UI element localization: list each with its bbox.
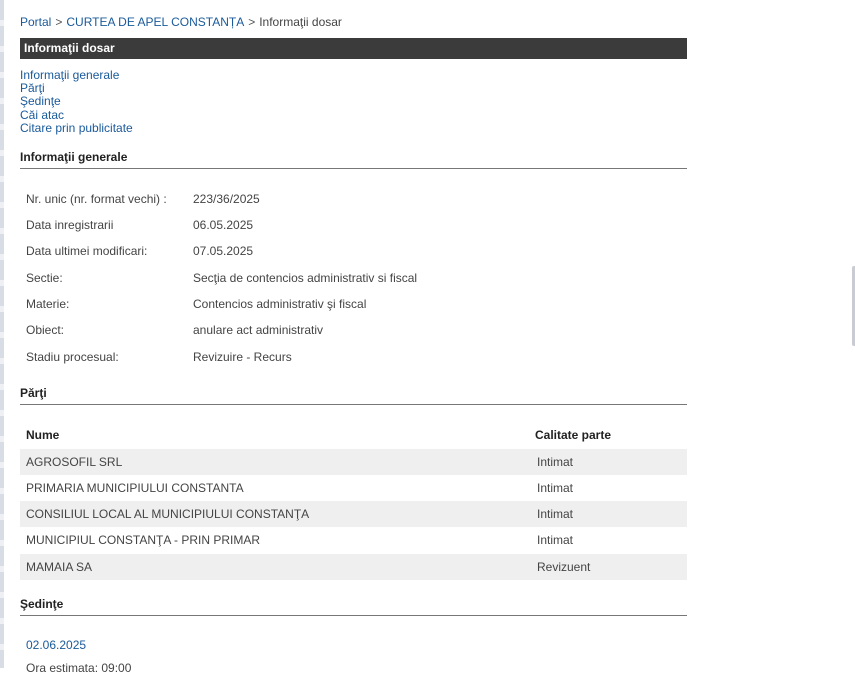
info-value: 223/36/2025 xyxy=(193,192,260,206)
info-label: Sectie: xyxy=(26,271,63,285)
table-row: MUNICIPIUL CONSTANŢA - PRIN PRIMAR Intim… xyxy=(20,527,687,553)
breadcrumb-current: Informaţii dosar xyxy=(259,15,342,29)
toc-link-cai-atac[interactable]: Căi atac xyxy=(20,108,133,122)
breadcrumb: Portal > CURTEA DE APEL CONSTANȚA > Informaţ… xyxy=(20,15,342,29)
info-label: Nr. unic (nr. format vechi) : xyxy=(26,192,167,206)
table-row: MAMAIA SA Revizuent xyxy=(20,554,687,580)
info-label: Materie: xyxy=(26,297,70,311)
party-role: Intimat xyxy=(537,455,574,469)
section-heading-general: Informaţii generale xyxy=(20,150,687,169)
table-row: CONSILIUL LOCAL AL MUNICIPIULUI CONSTANŢ… xyxy=(20,501,687,527)
info-label: Data inregistrarii xyxy=(26,218,114,232)
party-role: Revizuent xyxy=(537,560,591,574)
page-title-bar: Informaţii dosar xyxy=(20,38,687,59)
party-role: Intimat xyxy=(537,507,574,521)
section-heading-sedinte: Şedinţe xyxy=(20,597,687,616)
toc-link-sedinte[interactable]: Şedinţe xyxy=(20,95,133,108)
party-name: CONSILIUL LOCAL AL MUNICIPIULUI CONSTANŢ… xyxy=(26,507,310,521)
party-name: PRIMARIA MUNICIPIULUI CONSTANTA xyxy=(26,481,244,495)
party-name: MAMAIA SA xyxy=(26,560,93,574)
table-row: AGROSOFIL SRL Intimat xyxy=(20,449,687,475)
info-value: 07.05.2025 xyxy=(193,244,254,258)
sedinta-time: Ora estimata: 09:00 xyxy=(26,661,132,675)
info-label: Stadiu procesual: xyxy=(26,350,119,364)
party-name: AGROSOFIL SRL xyxy=(26,455,123,469)
breadcrumb-portal-link[interactable]: Portal xyxy=(20,15,51,29)
info-value: Contencios administrativ şi fiscal xyxy=(193,297,367,311)
left-edge-strip xyxy=(0,0,4,668)
column-header-role: Calitate parte xyxy=(535,428,612,442)
breadcrumb-separator: > xyxy=(55,15,63,29)
section-navigation: Informaţii generale Părţi Şedinţe Căi at… xyxy=(20,68,133,135)
table-row: PRIMARIA MUNICIPIULUI CONSTANTA Intimat xyxy=(20,475,687,501)
parti-table-header: Nume Calitate parte xyxy=(26,428,687,442)
toc-link-citare[interactable]: Citare prin publicitate xyxy=(20,121,133,135)
info-label: Data ultimei modificari: xyxy=(26,244,148,258)
breadcrumb-separator: > xyxy=(248,15,256,29)
breadcrumb-court-link[interactable]: CURTEA DE APEL CONSTANȚA xyxy=(66,15,244,29)
party-role: Intimat xyxy=(537,533,574,547)
info-value: Revizuire - Recurs xyxy=(193,350,292,364)
party-role: Intimat xyxy=(537,481,574,495)
section-heading-parti: Părţi xyxy=(20,386,687,405)
info-label: Obiect: xyxy=(26,323,65,337)
info-value: anulare act administrativ xyxy=(193,323,324,337)
info-value: Secţia de contencios administrativ si fi… xyxy=(193,271,418,285)
page-title: Informaţii dosar xyxy=(24,41,115,55)
column-header-name: Nume xyxy=(26,428,60,442)
sedinta-date: 02.06.2025 xyxy=(26,638,87,652)
info-value: 06.05.2025 xyxy=(193,218,254,232)
party-name: MUNICIPIUL CONSTANŢA - PRIN PRIMAR xyxy=(26,533,261,547)
